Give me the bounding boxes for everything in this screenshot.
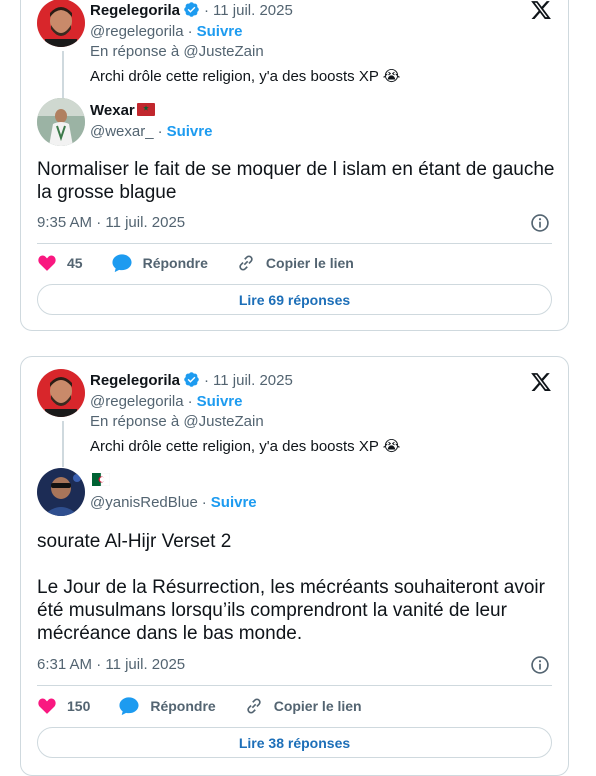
- reply-to[interactable]: En réponse à @JusteZain: [90, 412, 264, 432]
- follow-button[interactable]: Suivre: [197, 23, 243, 40]
- reply-button[interactable]: Répondre: [111, 253, 208, 273]
- tweet-timestamp[interactable]: 6:31 AM · 11 juil. 2025: [37, 656, 185, 673]
- x-logo-icon[interactable]: [530, 0, 552, 21]
- handle-row: @wexar_ · Suivre: [90, 123, 213, 140]
- info-icon[interactable]: [530, 655, 550, 675]
- follow-button[interactable]: Suivre: [197, 393, 243, 410]
- divider: [37, 685, 552, 686]
- reply-header: Wexar: [90, 101, 155, 122]
- tweet-date[interactable]: 11 juil. 2025: [213, 372, 293, 389]
- like-count: 150: [67, 698, 91, 714]
- follow-button[interactable]: Suivre: [211, 494, 257, 511]
- author-handle[interactable]: @yanisRedBlue: [90, 494, 198, 511]
- reply-label: Répondre: [142, 255, 208, 271]
- tweet-embed-card: Regelegorila · 11 juil. 2025 @regelegorila…: [20, 356, 569, 776]
- like-button[interactable]: 45: [37, 253, 83, 273]
- author-handle[interactable]: @wexar_: [90, 123, 154, 140]
- tweet-timestamp[interactable]: 9:35 AM · 11 juil. 2025: [37, 214, 185, 231]
- reply-text: Normaliser le fait de se moquer de l isl…: [37, 159, 560, 203]
- link-icon: [247, 698, 261, 714]
- avatar[interactable]: [37, 98, 85, 146]
- parent-text: Archi drôle cette religion, y'a des boos…: [90, 438, 401, 455]
- author-name[interactable]: Regelegorila: [90, 372, 180, 389]
- copy-link-label: Copier le lien: [273, 698, 362, 714]
- morocco-flag-icon: [136, 102, 155, 122]
- reply-button[interactable]: Répondre: [118, 696, 216, 716]
- handle-row: @yanisRedBlue · Suivre: [90, 494, 257, 511]
- thread-line: [62, 421, 64, 467]
- reply-bubble-icon: [112, 254, 132, 273]
- verified-badge-icon: [183, 1, 200, 24]
- copy-link-label: Copier le lien: [265, 255, 354, 271]
- thread-line: [62, 51, 64, 103]
- action-bar: 150 Répondre Copier le lien: [37, 694, 552, 718]
- tweet-date[interactable]: 11 juil. 2025: [213, 2, 293, 19]
- parent-header: Regelegorila · 11 juil. 2025: [90, 371, 293, 394]
- author-name[interactable]: Regelegorila: [90, 2, 180, 19]
- reply-label: Répondre: [150, 698, 216, 714]
- avatar[interactable]: [37, 0, 85, 47]
- like-count: 45: [67, 255, 83, 271]
- reply-bubble-icon: [119, 697, 139, 716]
- reply-to[interactable]: En réponse à @JusteZain: [90, 42, 264, 62]
- heart-icon: [38, 255, 56, 271]
- follow-button[interactable]: Suivre: [167, 123, 213, 140]
- x-logo-icon[interactable]: [530, 371, 552, 393]
- like-button[interactable]: 150: [37, 696, 90, 716]
- author-handle[interactable]: @regelegorila: [90, 393, 184, 410]
- parent-text: Archi drôle cette religion, y'a des boos…: [90, 68, 401, 85]
- action-bar: 45 Répondre Copier le lien: [37, 251, 552, 275]
- link-icon: [239, 255, 253, 271]
- reply-text: sourate Al-Hijr Verset 2 Le Jour de la R…: [37, 531, 545, 644]
- algeria-flag-icon: [92, 472, 111, 492]
- copy-link-button[interactable]: Copier le lien: [236, 253, 354, 273]
- heart-icon: [38, 698, 56, 714]
- reply-header: [90, 471, 111, 492]
- author-handle[interactable]: @regelegorila: [90, 23, 184, 40]
- handle-row: @regelegorila · Suivre: [90, 393, 243, 410]
- tweet-embed-card: Regelegorila · 11 juil. 2025 @regelegorila…: [20, 0, 569, 331]
- verified-badge-icon: [183, 371, 200, 394]
- parent-header: Regelegorila · 11 juil. 2025: [90, 1, 293, 24]
- divider: [37, 243, 552, 244]
- info-icon[interactable]: [530, 213, 550, 233]
- read-replies-button[interactable]: Lire 38 réponses: [37, 727, 552, 758]
- read-replies-button[interactable]: Lire 69 réponses: [37, 284, 552, 315]
- avatar[interactable]: [37, 468, 85, 516]
- handle-row: @regelegorila · Suivre: [90, 23, 243, 40]
- avatar[interactable]: [37, 369, 85, 417]
- author-name[interactable]: Wexar: [90, 102, 135, 119]
- copy-link-button[interactable]: Copier le lien: [244, 696, 362, 716]
